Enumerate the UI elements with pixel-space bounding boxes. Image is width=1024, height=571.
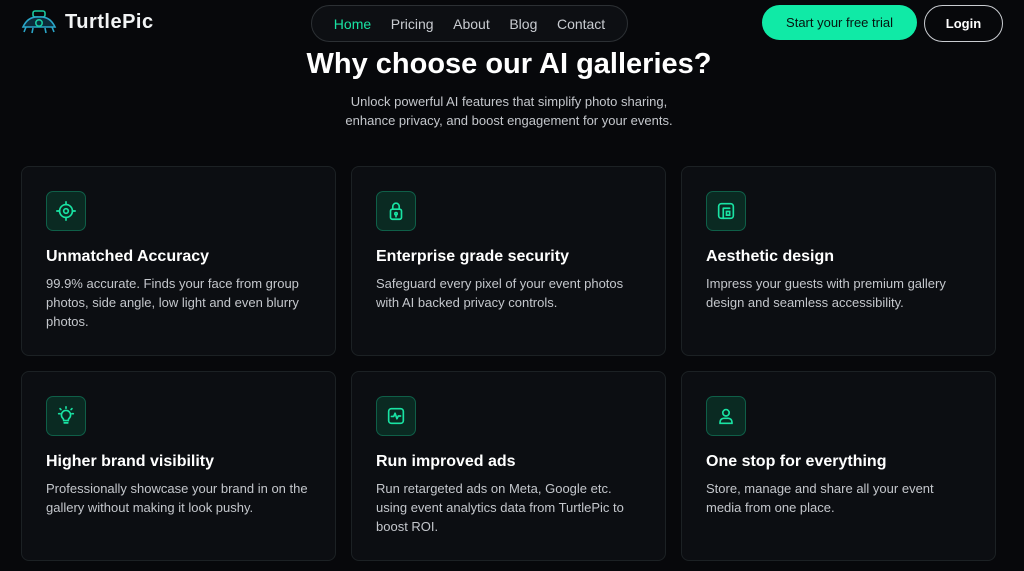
nav-pricing[interactable]: Pricing: [391, 16, 434, 32]
lock-icon: [376, 191, 416, 231]
feature-title: Aesthetic design: [706, 248, 835, 265]
turtle-camera-icon: [21, 10, 57, 34]
feature-description: Impress your guests with premium gallery…: [706, 276, 946, 310]
feature-description: Run retargeted ads on Meta, Google etc. …: [376, 481, 624, 534]
section-subtitle: Unlock powerful AI features that simplif…: [0, 92, 1018, 130]
nav-blog[interactable]: Blog: [509, 16, 537, 32]
feature-card-one-stop: One stop for everything Store, manage an…: [681, 371, 996, 561]
user-icon: [706, 396, 746, 436]
lightbulb-icon: [46, 396, 86, 436]
feature-card-brand: Higher brand visibility Professionally s…: [21, 371, 336, 561]
activity-icon: [376, 396, 416, 436]
feature-card-accuracy: Unmatched Accuracy 99.9% accurate. Finds…: [21, 166, 336, 356]
nav-about[interactable]: About: [453, 16, 490, 32]
feature-title: Run improved ads: [376, 453, 516, 470]
target-icon: [46, 191, 86, 231]
login-button[interactable]: Login: [924, 5, 1003, 42]
nav-home[interactable]: Home: [334, 16, 371, 32]
feature-description: Professionally showcase your brand in on…: [46, 481, 308, 515]
feature-title: Higher brand visibility: [46, 453, 215, 470]
feature-title: Unmatched Accuracy: [46, 248, 210, 265]
logo-text: TurtlePic: [65, 10, 154, 33]
subtitle-line-1: Unlock powerful AI features that simplif…: [350, 94, 668, 109]
feature-card-security: Enterprise grade security Safeguard ever…: [351, 166, 666, 356]
feature-card-ads: Run improved ads Run retargeted ads on M…: [351, 371, 666, 561]
feature-title: One stop for everything: [706, 453, 887, 470]
feature-description: Safeguard every pixel of your event phot…: [376, 276, 624, 310]
feature-title: Enterprise grade security: [376, 248, 569, 265]
logo[interactable]: TurtlePic: [20, 9, 154, 35]
start-free-trial-button[interactable]: Start your free trial: [762, 5, 917, 40]
feature-card-design: Aesthetic design Impress your guests wit…: [681, 166, 996, 356]
layout-icon: [706, 191, 746, 231]
nav-contact[interactable]: Contact: [557, 16, 605, 32]
main-nav: Home Pricing About Blog Contact: [311, 5, 628, 42]
section-title: Why choose our AI galleries?: [306, 48, 712, 80]
feature-description: Store, manage and share all your event m…: [706, 481, 934, 515]
feature-description: 99.9% accurate. Finds your face from gro…: [46, 276, 299, 329]
subtitle-line-2: enhance privacy, and boost engagement fo…: [345, 113, 673, 128]
